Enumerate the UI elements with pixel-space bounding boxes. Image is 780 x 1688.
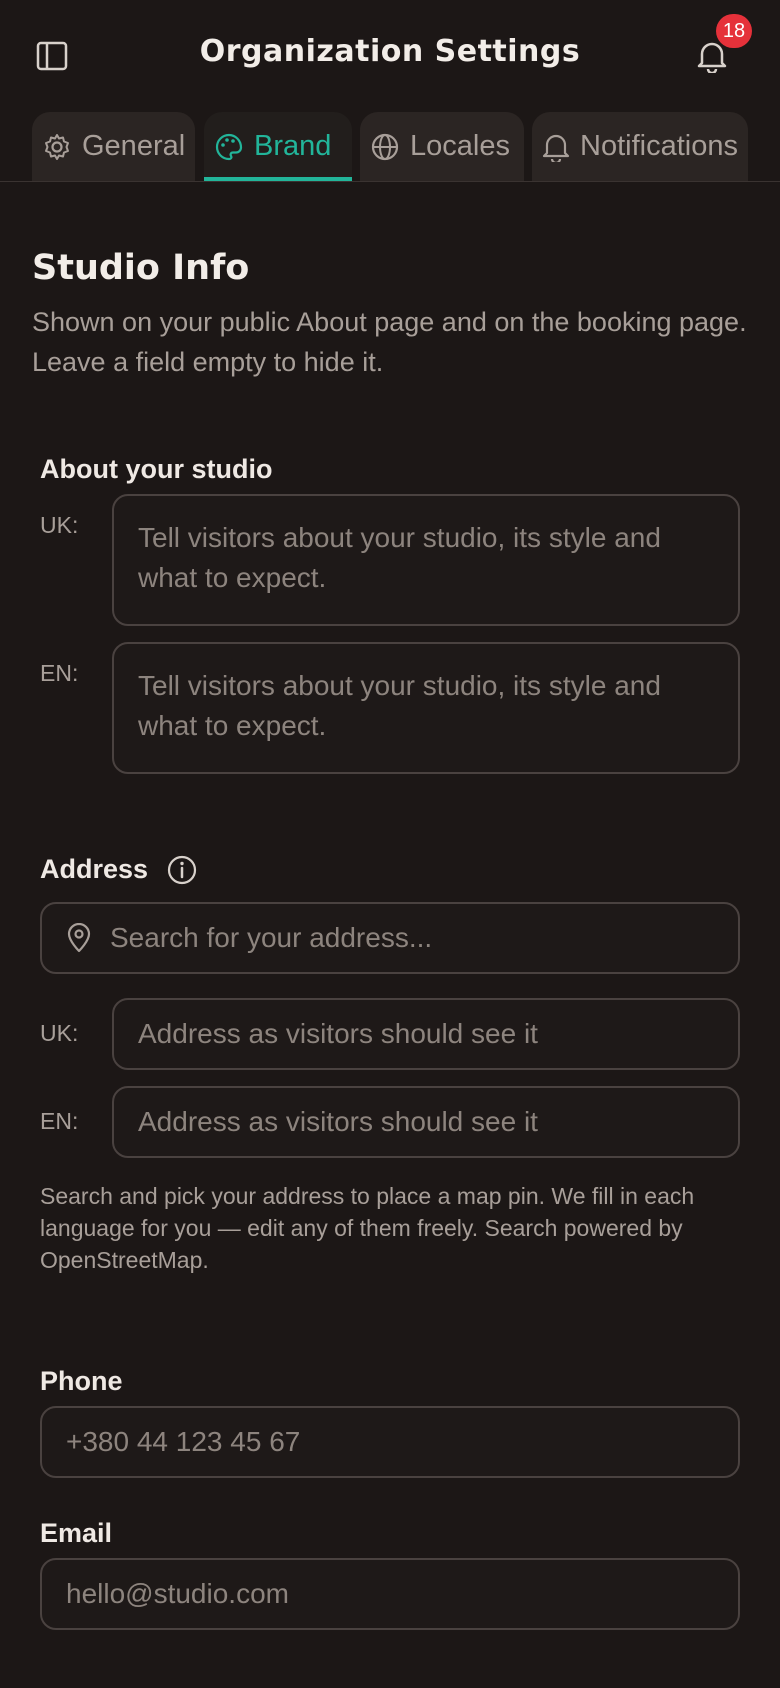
about-label: About your studio <box>40 454 273 484</box>
info-icon[interactable] <box>166 854 198 886</box>
tab-locales[interactable]: Locales <box>360 112 524 181</box>
bell-icon <box>542 134 570 162</box>
notification-badge: 18 <box>716 14 752 48</box>
tab-general[interactable]: General <box>32 112 195 181</box>
tab-label: Locales <box>410 130 510 162</box>
header: Organization Settings 18 <box>0 0 780 110</box>
tab-notifications[interactable]: Notifications <box>532 112 748 181</box>
about-en-textarea[interactable]: Tell visitors about your studio, its sty… <box>112 642 740 774</box>
phone-label: Phone <box>40 1366 123 1396</box>
about-uk-label: UK: <box>40 512 79 538</box>
email-input[interactable]: hello@studio.com <box>40 1558 740 1630</box>
about-uk-textarea[interactable]: Tell visitors about your studio, its sty… <box>112 494 740 626</box>
tab-label: Notifications <box>580 130 738 162</box>
globe-icon <box>371 133 399 160</box>
tab-label: Brand <box>254 130 332 162</box>
address-help-text: Search and pick your address to place a … <box>40 1183 695 1273</box>
email-label: Email <box>40 1518 113 1548</box>
gear-icon <box>45 133 69 160</box>
address-uk-label: UK: <box>40 1020 79 1046</box>
map-pin-icon <box>66 923 92 953</box>
page-title: Organization Settings <box>199 34 581 69</box>
address-search-placeholder: Search for your address... <box>110 922 433 953</box>
tab-brand[interactable]: Brand <box>204 112 352 181</box>
section-description: Shown on your public About page and on t… <box>32 307 747 377</box>
palette-icon <box>215 133 243 160</box>
address-en-label: EN: <box>40 1108 79 1134</box>
tab-bar: General Brand Locales Notifications <box>0 112 780 182</box>
address-en-input[interactable]: Address as visitors should see it <box>112 1086 740 1158</box>
address-search-input[interactable]: Search for your address... <box>40 902 740 974</box>
section-title: Studio Info <box>32 248 250 288</box>
address-label: Address <box>40 854 149 884</box>
about-en-label: EN: <box>40 660 79 686</box>
phone-input[interactable]: +380 44 123 45 67 <box>40 1406 740 1478</box>
address-uk-input[interactable]: Address as visitors should see it <box>112 998 740 1070</box>
tab-label: General <box>82 130 186 162</box>
